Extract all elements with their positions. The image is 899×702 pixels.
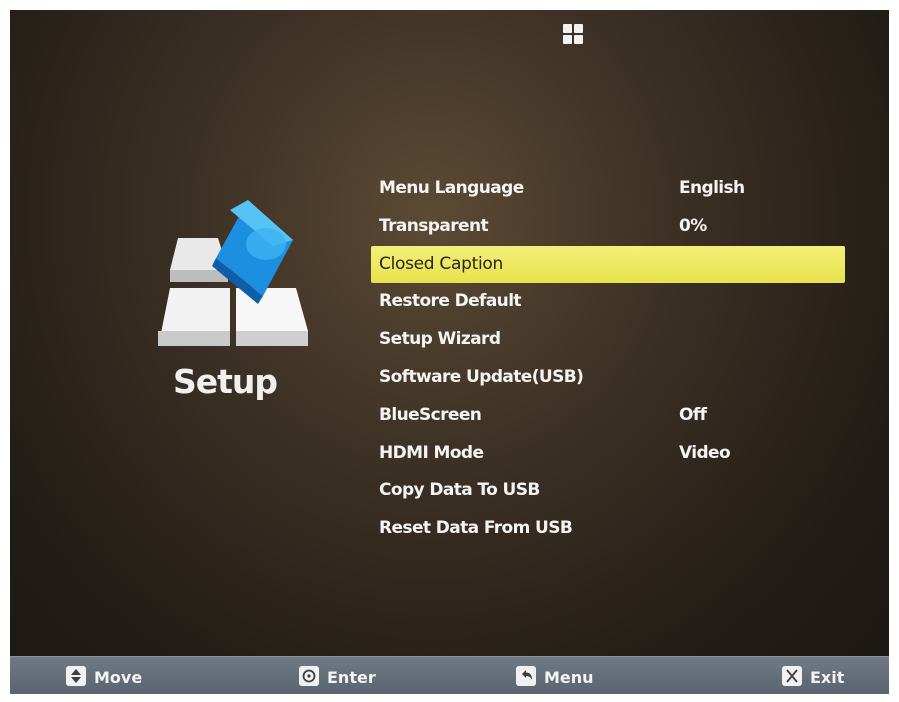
return-arrow-icon: [516, 666, 536, 686]
exit-hint: Exit: [782, 666, 872, 688]
exit-hint-label: Exit: [810, 668, 845, 687]
menu-item-copy-data-to-usb[interactable]: Copy Data To USB: [371, 472, 845, 510]
menu-item-label: Closed Caption: [379, 253, 503, 274]
settings-menu: Menu Language English Transparent 0% Clo…: [371, 170, 845, 548]
menu-item-label: Transparent: [379, 215, 489, 236]
menu-item-setup-wizard[interactable]: Setup Wizard: [371, 321, 845, 359]
menu-item-hdmi-mode[interactable]: HDMI Mode Video: [371, 435, 845, 473]
menu-item-reset-data-from-usb[interactable]: Reset Data From USB: [371, 510, 845, 548]
up-down-arrow-icon: [66, 666, 86, 686]
menu-item-label: Copy Data To USB: [379, 480, 540, 501]
menu-item-transparent[interactable]: Transparent 0%: [371, 208, 845, 246]
menu-item-label: Menu Language: [379, 178, 524, 198]
menu-item-label: Reset Data From USB: [379, 518, 573, 539]
menu-item-bluescreen[interactable]: BlueScreen Off: [371, 397, 845, 435]
move-hint-label: Move: [94, 668, 143, 687]
menu-hint: Menu: [516, 666, 616, 688]
menu-item-value: English: [679, 178, 745, 198]
menu-item-value: Off: [679, 404, 707, 425]
menu-item-value: Video: [679, 442, 731, 463]
tv-screen: Setup Menu Language English Transparent …: [10, 10, 889, 694]
menu-hint-label: Menu: [544, 668, 594, 687]
menu-item-label: Setup Wizard: [379, 329, 501, 350]
move-hint: Move: [66, 666, 166, 688]
ok-circle-icon: [299, 666, 319, 686]
menu-item-restore-default[interactable]: Restore Default: [371, 283, 845, 321]
setup-cube-icon: [158, 200, 308, 346]
exit-key-icon: [782, 666, 802, 686]
enter-hint: Enter: [299, 666, 399, 688]
menu-item-label: Software Update(USB): [379, 366, 584, 387]
grid-icon: [563, 24, 585, 46]
setup-title: Setup: [172, 362, 278, 401]
footer-hint-bar: Move Enter Menu Exit: [10, 656, 889, 694]
menu-item-label: HDMI Mode: [379, 442, 484, 463]
menu-item-label: BlueScreen: [379, 404, 482, 425]
enter-hint-label: Enter: [327, 668, 376, 687]
menu-item-menu-language[interactable]: Menu Language English: [371, 170, 845, 208]
menu-item-closed-caption[interactable]: Closed Caption: [371, 245, 845, 284]
menu-item-software-update[interactable]: Software Update(USB): [371, 359, 845, 397]
menu-item-label: Restore Default: [379, 291, 522, 312]
menu-item-value: 0%: [679, 215, 707, 236]
